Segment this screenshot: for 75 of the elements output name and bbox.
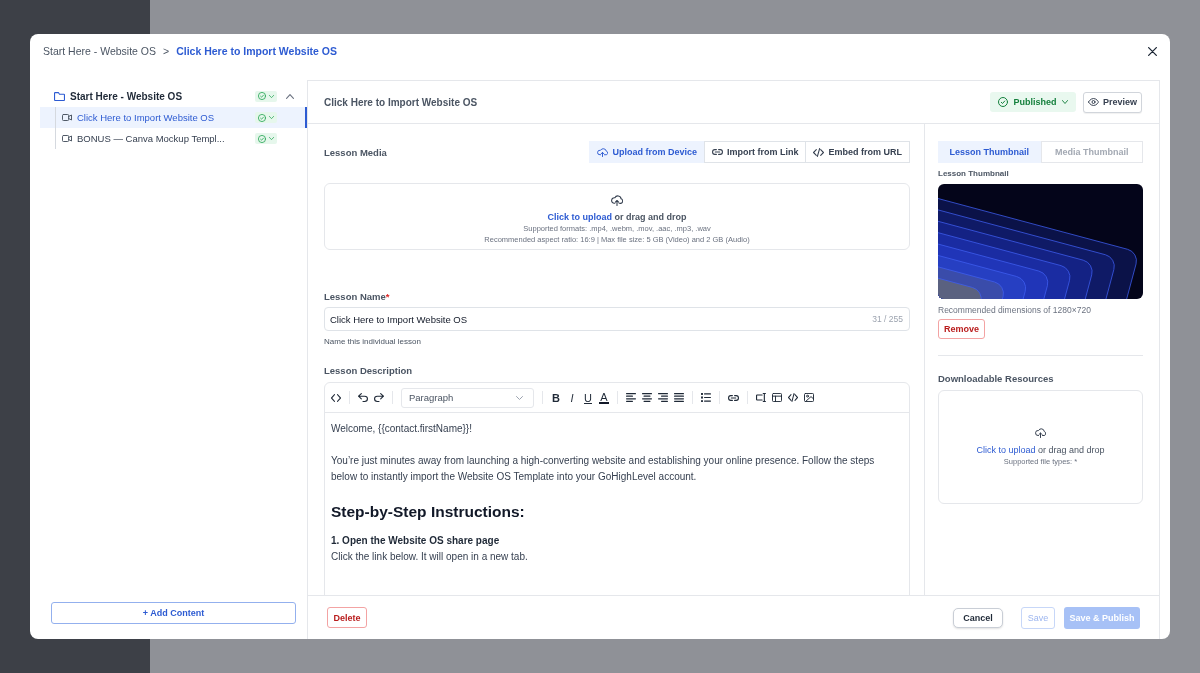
undo-icon[interactable] bbox=[358, 393, 368, 402]
upload-prompt: Click to upload or drag and drop bbox=[976, 444, 1105, 456]
folder-icon bbox=[54, 91, 65, 101]
chevron-down-icon bbox=[269, 137, 274, 140]
check-circle-icon bbox=[258, 92, 266, 100]
lesson-item[interactable]: Click Here to Import Website OS bbox=[40, 107, 307, 128]
step-title: 1. Open the Website OS share page bbox=[331, 534, 501, 548]
section-label: Lesson Thumbnail bbox=[938, 169, 1010, 179]
lesson-item[interactable]: BONUS — Canva Mockup Templ... bbox=[40, 128, 307, 149]
cancel-button[interactable]: Cancel bbox=[953, 607, 1003, 628]
link-icon[interactable] bbox=[728, 394, 739, 401]
remove-button[interactable]: Remove bbox=[938, 319, 985, 339]
bullet-list-icon[interactable] bbox=[701, 393, 711, 402]
video-icon bbox=[62, 135, 72, 142]
dimension-hint: Recommended dimensions of 1280×720 bbox=[938, 305, 1092, 315]
upload-tab[interactable]: Upload from Device bbox=[589, 141, 705, 163]
field-label: Lesson Name* bbox=[324, 291, 391, 302]
lesson-heading: Click Here to Import Website OS bbox=[324, 96, 479, 108]
bold-button[interactable]: B bbox=[551, 391, 561, 404]
folder-title[interactable]: Start Here - Website OS bbox=[70, 90, 255, 102]
text-color-button[interactable]: A bbox=[599, 391, 609, 404]
breadcrumb-current: Click Here to Import Website OS bbox=[176, 44, 337, 58]
close-icon[interactable] bbox=[1148, 47, 1157, 56]
add-content-button[interactable]: + Add Content bbox=[51, 602, 296, 624]
align-left-icon[interactable] bbox=[626, 393, 636, 402]
embed-tab[interactable]: Embed from URL bbox=[805, 141, 910, 163]
code-icon bbox=[813, 147, 825, 157]
table-icon[interactable] bbox=[772, 393, 782, 402]
field-help: Name this individual lesson bbox=[324, 337, 422, 347]
upload-icon bbox=[1035, 427, 1046, 438]
upload-icon bbox=[611, 195, 623, 206]
lesson-name-input[interactable]: Click Here to Import Website OS 31 / 255 bbox=[324, 307, 910, 331]
code-view-icon[interactable] bbox=[331, 393, 341, 402]
text-field-icon[interactable] bbox=[756, 393, 766, 402]
check-circle-icon bbox=[258, 113, 266, 122]
section-label: Lesson Media bbox=[324, 146, 387, 158]
italic-button[interactable]: I bbox=[567, 391, 577, 404]
chevron-down-icon bbox=[269, 116, 274, 119]
lesson-title: BONUS — Canva Mockup Templ... bbox=[77, 133, 226, 144]
image-icon[interactable] bbox=[804, 393, 814, 402]
delete-button[interactable]: Delete bbox=[327, 607, 367, 628]
underline-button[interactable]: U bbox=[583, 391, 593, 404]
check-circle-icon bbox=[998, 97, 1009, 107]
editor-paragraph: Welcome, {{contact.firstName}}! bbox=[331, 422, 473, 436]
align-justify-icon[interactable] bbox=[674, 393, 684, 402]
chevron-down-icon bbox=[269, 94, 274, 98]
eye-icon bbox=[1088, 98, 1099, 106]
upload-prompt: Click to upload or drag and drop bbox=[547, 212, 687, 223]
character-counter: 31 / 255 bbox=[872, 314, 903, 324]
section-label: Downloadable Resources bbox=[938, 373, 1055, 384]
field-label: Lesson Description bbox=[324, 365, 414, 376]
block-format-select[interactable]: Paragraph bbox=[401, 387, 534, 408]
upload-link[interactable]: Click to upload bbox=[976, 444, 1036, 455]
breadcrumb-separator: > bbox=[163, 44, 170, 58]
align-center-icon[interactable] bbox=[642, 393, 652, 402]
caret-icon bbox=[516, 395, 523, 400]
code-icon[interactable] bbox=[788, 393, 798, 402]
link-tab[interactable]: Import from Link bbox=[704, 141, 807, 163]
editor-heading: Step-by-Step Instructions: bbox=[331, 502, 526, 522]
thumbnail-tab[interactable]: Lesson Thumbnail bbox=[938, 141, 1041, 163]
upload-link[interactable]: Click to upload bbox=[547, 212, 612, 222]
editor-paragraph: You’re just minutes away from launching a high-converting website and establishing your online presence. Follow the steps below to instantly import the Website OS Template into your GoHighLevel account. bbox=[331, 454, 876, 484]
video-icon bbox=[62, 114, 72, 121]
breadcrumb-link[interactable]: Start Here - Website OS bbox=[43, 44, 156, 58]
redo-icon[interactable] bbox=[374, 393, 384, 402]
chevron-up-icon[interactable] bbox=[286, 93, 294, 99]
align-right-icon[interactable] bbox=[658, 393, 668, 402]
check-circle-icon bbox=[258, 134, 266, 143]
editor-paragraph: Click the link below. It will open in a new tab. bbox=[331, 550, 529, 564]
lesson-title: Click Here to Import Website OS bbox=[77, 112, 216, 123]
chevron-down-icon bbox=[1061, 100, 1068, 104]
status-dropdown[interactable]: Published bbox=[990, 92, 1076, 112]
preview-button[interactable]: Preview bbox=[1083, 91, 1142, 113]
link-icon bbox=[712, 149, 723, 155]
upload-icon bbox=[597, 147, 609, 157]
